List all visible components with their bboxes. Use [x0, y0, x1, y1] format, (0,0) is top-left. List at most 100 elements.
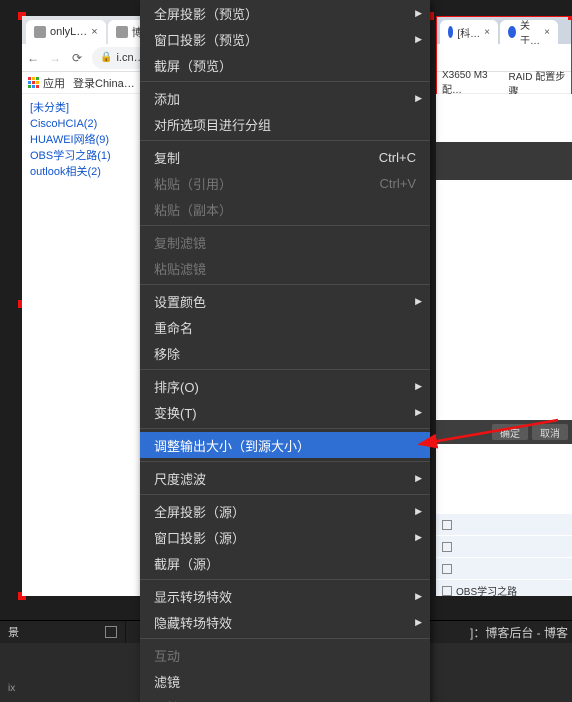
bookmark-item[interactable]: RAID 配置步骤 — [509, 68, 566, 98]
menu-item-shortcut: Ctrl+V — [380, 176, 416, 191]
menu-item[interactable]: 截屏（源） — [140, 550, 430, 576]
dock-panel-scenes[interactable]: 景 — [0, 621, 126, 643]
menu-item[interactable]: 调整输出大小（到源大小） — [140, 432, 430, 458]
menu-item[interactable]: 变换(T)▶ — [140, 399, 430, 425]
forward-icon[interactable]: → — [48, 51, 62, 65]
checkbox-icon[interactable] — [442, 586, 452, 596]
tab-label: 关于… — [520, 20, 540, 44]
menu-separator — [140, 140, 430, 141]
menu-item[interactable]: 窗口投影（源） ▶ — [140, 524, 430, 550]
menu-separator — [140, 81, 430, 82]
menu-item[interactable]: 隐藏转场特效▶ — [140, 609, 430, 635]
menu-item[interactable]: 属性 — [140, 694, 430, 702]
menu-separator — [140, 638, 430, 639]
browser-tab[interactable]: 关于… × — [500, 20, 558, 44]
list-item[interactable]: OBS学习之路 — [436, 580, 572, 596]
menu-separator — [140, 579, 430, 580]
chevron-right-icon: ▶ — [415, 506, 422, 517]
menu-item[interactable]: 移除 — [140, 340, 430, 366]
menu-item-label: 截屏（预览） — [154, 56, 232, 75]
menu-item: 互动 — [140, 642, 430, 668]
menu-item[interactable]: 窗口投影（预览）▶ — [140, 26, 430, 52]
browser-tabstrip: [科… × 关于… × — [436, 16, 572, 44]
list-item[interactable] — [436, 536, 572, 558]
content-block — [436, 180, 572, 420]
menu-item: 粘贴（引用） Ctrl+V — [140, 170, 430, 196]
apps-icon — [28, 77, 39, 88]
menu-item[interactable]: 全屏投影（预览）▶ — [140, 0, 430, 26]
bookmarks-bar: X3650 M3配… RAID 配置步骤 — [436, 72, 572, 94]
menu-separator — [140, 461, 430, 462]
source-window-right[interactable]: [科… × 关于… × X3650 M3配… RAID 配置步骤 确定 取消 — [436, 16, 572, 596]
bookmark-item[interactable]: X3650 M3配… — [442, 70, 499, 96]
menu-item-label: 粘贴（副本） — [154, 200, 232, 219]
chevron-right-icon: ▶ — [415, 296, 422, 307]
menu-item-label: 对所选项目进行分组 — [154, 115, 271, 134]
checkbox-icon[interactable] — [442, 520, 452, 530]
chevron-right-icon: ▶ — [415, 591, 422, 602]
bookmark-item[interactable]: 登录China… — [73, 75, 135, 91]
menu-item[interactable]: 复制Ctrl+C — [140, 144, 430, 170]
menu-separator — [140, 494, 430, 495]
menu-separator — [140, 428, 430, 429]
category-list: OBS学习之路 — [436, 514, 572, 596]
dock-label: 景 — [8, 624, 19, 640]
menu-item-label: 粘贴滤镜 — [154, 259, 206, 278]
favicon-icon — [34, 26, 46, 38]
chevron-right-icon: ▶ — [415, 93, 422, 104]
browser-tab[interactable]: onlyL… × — [26, 20, 106, 44]
menu-separator — [140, 284, 430, 285]
annotation-arrow — [428, 418, 568, 461]
menu-separator — [140, 369, 430, 370]
menu-item[interactable]: 添加▶ — [140, 85, 430, 111]
menu-item-label: 粘贴（引用） — [154, 174, 232, 193]
chevron-right-icon: ▶ — [415, 407, 422, 418]
checkbox-icon[interactable] — [442, 564, 452, 574]
popout-icon[interactable] — [105, 626, 117, 638]
list-item[interactable] — [436, 514, 572, 536]
menu-item-label: 复制滤镜 — [154, 233, 206, 252]
menu-item[interactable]: 对所选项目进行分组 — [140, 111, 430, 137]
context-menu[interactable]: 全屏投影（预览）▶窗口投影（预览）▶截屏（预览）添加▶对所选项目进行分组复制Ct… — [140, 0, 430, 702]
menu-item[interactable]: 设置颜色 ▶ — [140, 288, 430, 314]
menu-item[interactable]: 重命名 — [140, 314, 430, 340]
favicon-icon — [508, 26, 516, 38]
menu-item-label: 设置颜色 — [154, 292, 206, 311]
menu-item-label: 显示转场特效 — [154, 587, 232, 606]
back-icon[interactable]: ← — [26, 51, 40, 65]
menu-item[interactable]: 全屏投影（源） ▶ — [140, 498, 430, 524]
list-item[interactable] — [436, 558, 572, 580]
content-block — [436, 142, 572, 180]
lock-icon: 🔒 — [100, 52, 112, 63]
list-item-label: OBS学习之路 — [456, 583, 517, 596]
menu-item-label: 窗口投影（源） — [154, 528, 245, 547]
reload-icon[interactable]: ⟳ — [70, 51, 84, 65]
dock-footer-label: ix — [0, 683, 23, 699]
close-icon[interactable]: × — [91, 26, 97, 38]
apps-label: 应用 — [43, 75, 65, 91]
menu-item-label: 调整输出大小（到源大小） — [154, 436, 310, 455]
menu-separator — [140, 225, 430, 226]
favicon-icon — [448, 26, 453, 38]
selection-handle[interactable] — [568, 16, 572, 20]
menu-item[interactable]: 滤镜 — [140, 668, 430, 694]
menu-item: 复制滤镜 — [140, 229, 430, 255]
menu-item: 粘贴滤镜 — [140, 255, 430, 281]
browser-tab[interactable]: [科… × — [440, 20, 498, 44]
checkbox-icon[interactable] — [442, 542, 452, 552]
menu-item-label: 滤镜 — [154, 672, 180, 691]
close-icon[interactable]: × — [544, 27, 550, 38]
menu-item-label: 截屏（源） — [154, 554, 219, 573]
apps-button[interactable]: 应用 — [28, 75, 65, 91]
dock-source-title: ]：博客后台 - 博客 — [470, 621, 568, 643]
chevron-right-icon: ▶ — [415, 473, 422, 484]
menu-item[interactable]: 截屏（预览） — [140, 52, 430, 78]
close-icon[interactable]: × — [484, 27, 490, 38]
menu-item[interactable]: 尺度滤波▶ — [140, 465, 430, 491]
chevron-right-icon: ▶ — [415, 617, 422, 628]
chevron-right-icon: ▶ — [415, 532, 422, 543]
menu-item-label: 窗口投影（预览） — [154, 30, 258, 49]
menu-item-label: 全屏投影（源） — [154, 502, 245, 521]
menu-item[interactable]: 显示转场特效 ▶ — [140, 583, 430, 609]
menu-item[interactable]: 排序(O)▶ — [140, 373, 430, 399]
